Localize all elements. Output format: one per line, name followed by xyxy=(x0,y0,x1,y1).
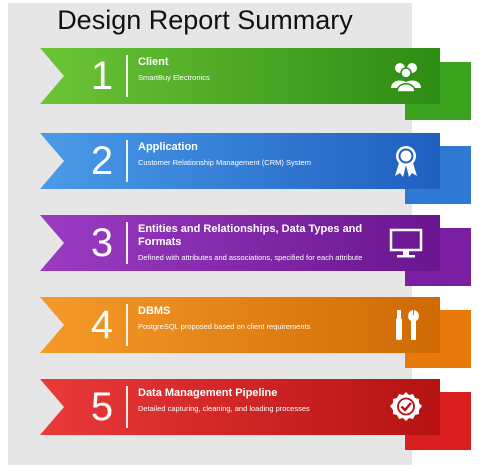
step-number: 3 xyxy=(90,221,114,265)
step-description: PostgreSQL proposed based on client requ… xyxy=(138,322,311,331)
ribbon-item-4: 4 DBMS PostgreSQL proposed based on clie… xyxy=(40,297,440,353)
step-heading: Entities and Relationships, Data Types a… xyxy=(138,223,363,248)
divider xyxy=(126,304,128,346)
step-number: 1 xyxy=(90,54,114,98)
step-number: 4 xyxy=(90,303,114,347)
ribbon-item-1: 1 Client SmartBuy Electronics xyxy=(40,48,440,104)
step-heading: Client xyxy=(138,56,169,68)
step-description: SmartBuy Electronics xyxy=(138,73,210,82)
step-heading: Data Management Pipeline xyxy=(138,387,278,399)
step-heading: DBMS xyxy=(138,305,171,317)
tools-icon xyxy=(388,307,424,343)
divider xyxy=(126,222,128,264)
step-description: Customer Relationship Management (CRM) S… xyxy=(138,158,311,167)
step-number: 5 xyxy=(90,385,114,429)
page-title: Design Report Summary xyxy=(57,5,353,35)
step-description: Defined with attributes and associations… xyxy=(138,253,363,262)
check-badge-icon xyxy=(388,389,424,425)
divider xyxy=(126,140,128,182)
users-icon xyxy=(388,58,424,94)
step-number: 2 xyxy=(90,139,114,183)
divider xyxy=(126,386,128,428)
step-heading: Application xyxy=(138,141,198,153)
monitor-icon xyxy=(388,225,424,261)
award-ribbon-icon xyxy=(388,143,424,179)
ribbon-item-3: 3 Entities and Relationships, Data Types… xyxy=(40,215,440,271)
ribbon-item-2: 2 Application Customer Relationship Mana… xyxy=(40,133,440,189)
step-description: Detailed capturing, cleaning, and loadin… xyxy=(138,404,310,413)
divider xyxy=(126,55,128,97)
ribbon-item-5: 5 Data Management Pipeline Detailed capt… xyxy=(40,379,440,435)
